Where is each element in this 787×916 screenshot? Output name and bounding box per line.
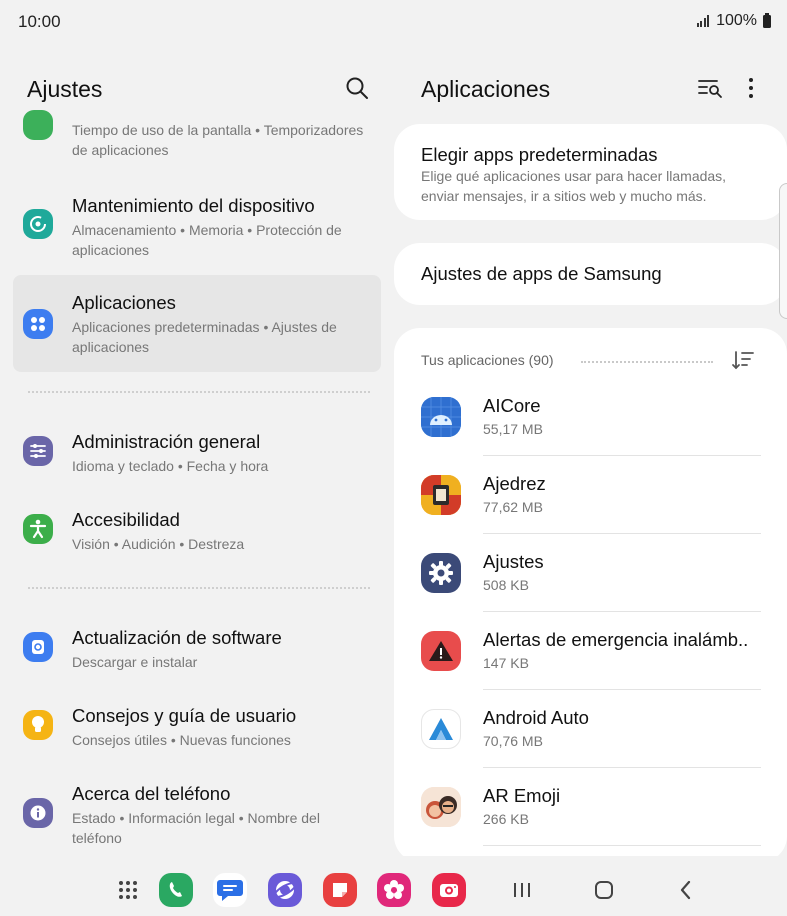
app-size: 70,76 MB: [483, 733, 543, 749]
settings-item-subtitle: Consejos útiles • Nuevas funciones: [72, 732, 291, 748]
settings-item-title: Actualización de software: [72, 627, 282, 648]
app-size: 77,62 MB: [483, 499, 543, 515]
default-apps-title: Elegir apps predeterminadas: [421, 144, 658, 165]
app-name: Android Auto: [483, 707, 589, 728]
app-size: 508 KB: [483, 577, 529, 593]
app-name: AICore: [483, 395, 541, 416]
wellbeing-icon: [23, 110, 53, 140]
internet-icon[interactable]: [268, 873, 302, 907]
group-divider: [28, 587, 370, 589]
search-list-icon[interactable]: [697, 76, 723, 100]
settings-list-pane: Ajustes Tiempo de uso de la pantalla • T…: [0, 44, 393, 856]
info-icon: [23, 798, 53, 828]
default-apps-subtitle: Elige qué aplicaciones usar para hacer l…: [421, 168, 727, 204]
app-drawer-icon[interactable]: [111, 873, 145, 907]
row-divider: [483, 845, 761, 846]
settings-item-apps[interactable]: Aplicaciones Aplicaciones predeterminada…: [13, 275, 381, 372]
settings-item-title: Acerca del teléfono: [72, 783, 231, 804]
messages-icon[interactable]: [213, 873, 247, 907]
edge-panel-handle[interactable]: [779, 183, 787, 319]
app-name: AR Emoji: [483, 785, 561, 806]
settings-item-subtitle: Almacenamiento • Memoria • Protección de…: [72, 222, 342, 258]
app-row-emergency-alerts[interactable]: Alertas de emergencia inalámb.. 147 KB: [394, 612, 787, 690]
settings-item-subtitle: Idioma y teclado • Fecha y hora: [72, 458, 269, 474]
samsung-apps-settings-title: Ajustes de apps de Samsung: [421, 263, 662, 284]
update-icon: [23, 632, 53, 662]
apps-detail-pane: Aplicaciones Elegir apps predeterminadas…: [393, 44, 787, 856]
back-icon[interactable]: [671, 876, 701, 904]
app-name: Ajustes: [483, 551, 544, 572]
default-apps-card[interactable]: Elegir apps predeterminadas Elige qué ap…: [394, 124, 787, 220]
recents-icon[interactable]: [507, 876, 537, 904]
settings-item-title: Aplicaciones: [72, 292, 176, 313]
settings-item-title: Accesibilidad: [72, 509, 180, 530]
your-apps-header: Tus aplicaciones (90): [421, 352, 554, 368]
settings-item-title: Mantenimiento del dispositivo: [72, 195, 315, 216]
settings-item-about-phone[interactable]: Acerca del teléfono Estado • Información…: [13, 782, 381, 848]
app-row-android-auto[interactable]: Android Auto 70,76 MB: [394, 690, 787, 768]
android-auto-icon: [421, 709, 461, 749]
taskbar: [0, 856, 787, 916]
app-name: Ajedrez: [483, 473, 546, 494]
phone-icon[interactable]: [159, 873, 193, 907]
home-icon[interactable]: [589, 876, 619, 904]
more-options-icon[interactable]: [741, 76, 761, 100]
settings-item-device-care[interactable]: Mantenimiento del dispositivo Almacenami…: [13, 194, 381, 260]
settings-item-subtitle: Descargar e instalar: [72, 654, 198, 670]
your-apps-card: Tus aplicaciones (90) AICore 55,17 MB Aj…: [394, 328, 787, 856]
status-bar: 10:00 100%: [0, 0, 787, 44]
ar-emoji-icon: [421, 787, 461, 827]
app-row-aicore[interactable]: AICore 55,17 MB: [394, 378, 787, 456]
apps-icon: [23, 309, 53, 339]
signal-icon: [696, 15, 710, 27]
settings-item-title: Administración general: [72, 431, 261, 452]
apps-title: Aplicaciones: [421, 76, 551, 102]
settings-item-subtitle: Tiempo de uso de la pantalla • Temporiza…: [72, 122, 364, 158]
chess-icon: [421, 475, 461, 515]
sliders-icon: [23, 436, 53, 466]
header-dotted-line: [581, 361, 713, 363]
settings-item-subtitle: Estado • Información legal • Nombre del …: [72, 810, 320, 846]
battery-percent: 100%: [716, 12, 757, 29]
settings-gear-icon: [421, 553, 461, 593]
android-icon: [421, 397, 461, 437]
camera-icon[interactable]: [432, 873, 466, 907]
search-icon[interactable]: [344, 75, 370, 101]
settings-item-tips[interactable]: Consejos y guía de usuario Consejos útil…: [13, 704, 381, 750]
app-size: 266 KB: [483, 811, 529, 827]
notes-icon[interactable]: [323, 873, 357, 907]
settings-item-general-management[interactable]: Administración general Idioma y teclado …: [13, 430, 381, 476]
battery-icon: [763, 12, 771, 28]
app-size: 147 KB: [483, 655, 529, 671]
app-row-ajustes[interactable]: Ajustes 508 KB: [394, 534, 787, 612]
accessibility-icon: [23, 514, 53, 544]
app-row-ar-emoji[interactable]: AR Emoji 266 KB: [394, 768, 787, 846]
device-care-icon: [23, 209, 53, 239]
status-indicators: 100%: [696, 12, 771, 30]
settings-item-subtitle: Aplicaciones predeterminadas • Ajustes d…: [72, 319, 337, 355]
app-row-ajedrez[interactable]: Ajedrez 77,62 MB: [394, 456, 787, 534]
settings-item-subtitle: Visión • Audición • Destreza: [72, 536, 245, 552]
status-time: 10:00: [18, 12, 61, 31]
settings-title: Ajustes: [27, 76, 103, 102]
samsung-apps-settings-card[interactable]: Ajustes de apps de Samsung: [394, 243, 787, 305]
app-size: 55,17 MB: [483, 421, 543, 437]
emergency-alert-icon: [421, 631, 461, 671]
lightbulb-icon: [23, 710, 53, 740]
group-divider: [28, 391, 370, 393]
sort-icon[interactable]: [731, 350, 755, 372]
settings-item-accessibility[interactable]: Accesibilidad Visión • Audición • Destre…: [13, 508, 381, 554]
settings-item-software-update[interactable]: Actualización de software Descargar e in…: [13, 626, 381, 672]
settings-item-title: Consejos y guía de usuario: [72, 705, 297, 726]
gallery-icon[interactable]: [377, 873, 411, 907]
app-name: Alertas de emergencia inalámb..: [483, 629, 749, 650]
settings-item-digital-wellbeing[interactable]: Tiempo de uso de la pantalla • Temporiza…: [13, 110, 381, 160]
